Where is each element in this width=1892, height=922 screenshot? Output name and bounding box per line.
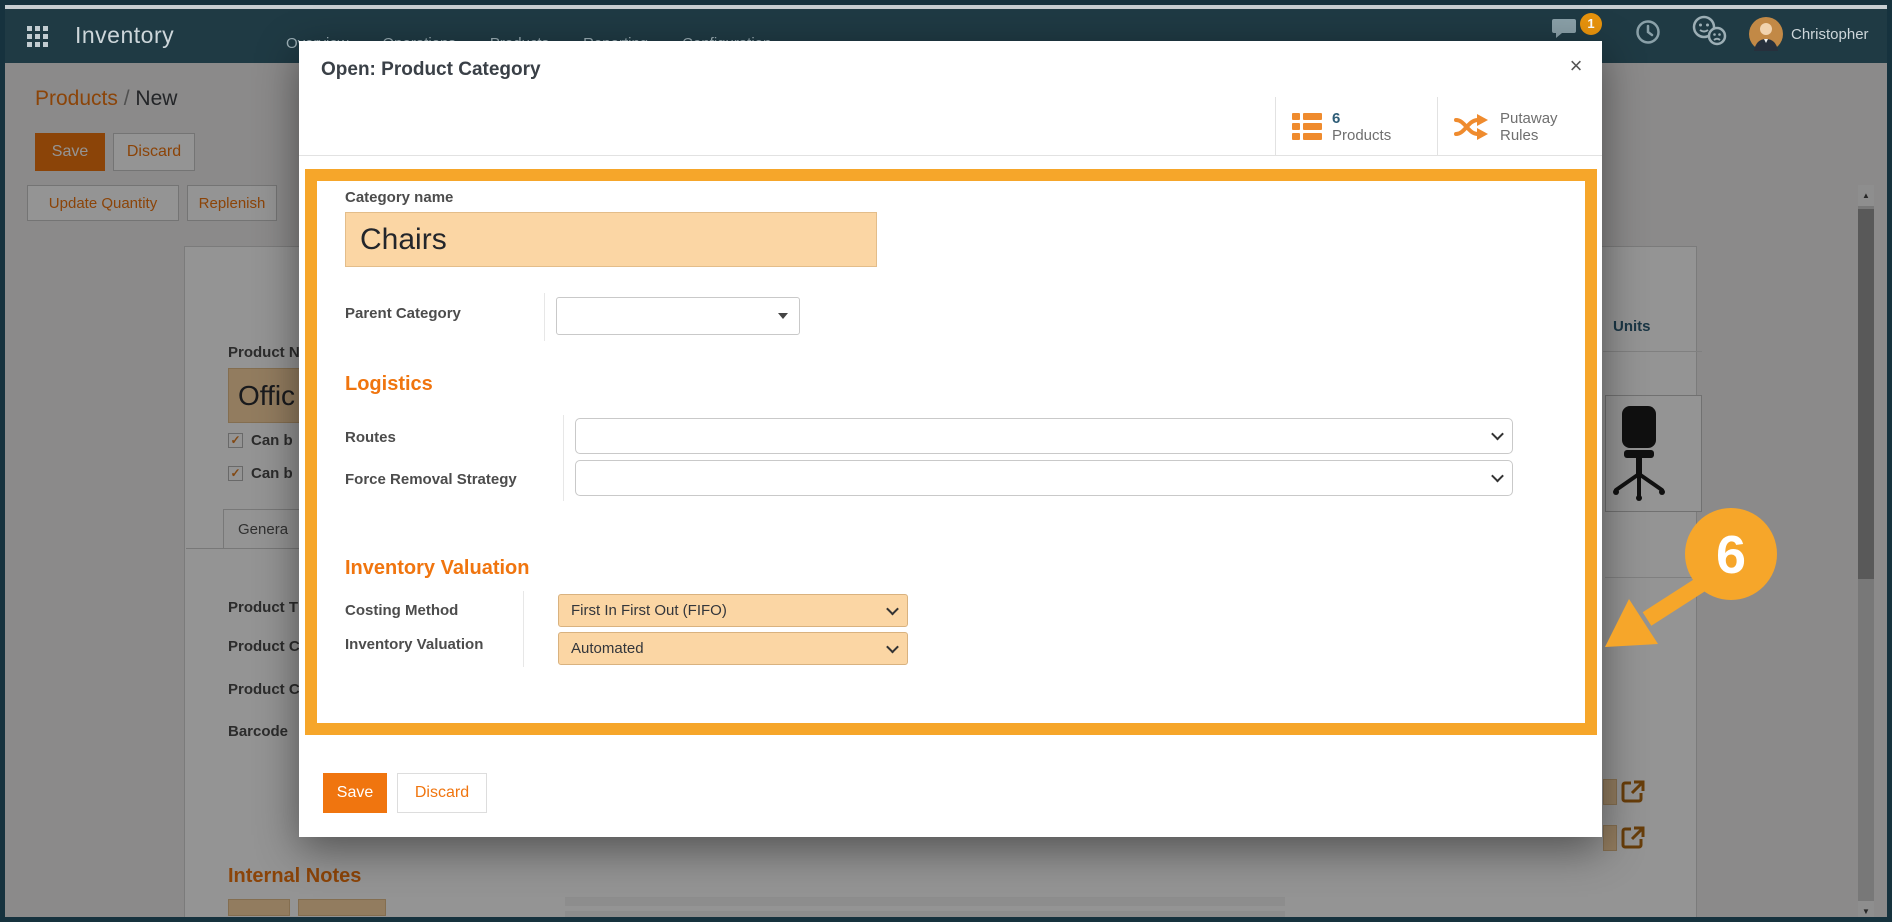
inventory-valuation-value: Automated <box>571 640 644 657</box>
app-window: Inventory Overview Operations Products R… <box>0 0 1892 922</box>
inventory-valuation-label: Inventory Valuation <box>345 636 483 653</box>
dropdown-caret-icon <box>778 313 788 319</box>
dialog-discard-button[interactable]: Discard <box>397 773 487 813</box>
chevron-down-icon <box>1491 470 1504 483</box>
dialog-save-button[interactable]: Save <box>323 773 387 813</box>
app-title[interactable]: Inventory <box>75 22 174 49</box>
th-list-icon <box>1292 113 1322 140</box>
costing-method-label: Costing Method <box>345 602 458 619</box>
user-name[interactable]: Christopher <box>1791 26 1869 43</box>
costing-method-select[interactable]: First In First Out (FIFO) <box>558 594 908 627</box>
products-count: 6 <box>1332 110 1391 127</box>
category-name-label: Category name <box>345 189 453 206</box>
apps-grid-icon[interactable] <box>27 26 49 48</box>
stat-button-row: 6 Products Putaway Rules <box>299 97 1602 156</box>
form-separator-line <box>544 293 545 341</box>
force-removal-strategy-label: Force Removal Strategy <box>345 471 517 488</box>
category-name-input[interactable]: Chairs <box>345 212 877 267</box>
routes-dropdown[interactable] <box>575 418 1513 454</box>
shuffle-icon <box>1454 113 1490 141</box>
tutorial-highlight-frame: Category name Chairs Parent Category Log… <box>305 169 1597 735</box>
parent-category-dropdown[interactable] <box>556 297 800 335</box>
products-stat-button[interactable]: 6 Products <box>1275 97 1437 156</box>
activity-clock-icon[interactable] <box>1635 19 1661 50</box>
chevron-down-icon <box>886 602 899 615</box>
costing-method-value: First In First Out (FIFO) <box>571 602 727 619</box>
inventory-valuation-heading: Inventory Valuation <box>345 557 529 580</box>
feedback-smileys-icon[interactable] <box>1691 15 1729 52</box>
inventory-valuation-select[interactable]: Automated <box>558 632 908 665</box>
logistics-heading: Logistics <box>345 373 433 396</box>
parent-category-label: Parent Category <box>345 305 461 322</box>
product-category-dialog: Open: Product Category × 6 Products <box>299 41 1602 837</box>
chevron-down-icon <box>1491 428 1504 441</box>
force-removal-strategy-dropdown[interactable] <box>575 460 1513 496</box>
form-separator-line <box>523 591 524 667</box>
routes-label: Routes <box>345 429 396 446</box>
form-separator-line <box>563 415 564 501</box>
notification-badge[interactable]: 1 <box>1580 13 1602 35</box>
putaway-rules-stat-button[interactable]: Putaway Rules <box>1437 97 1602 156</box>
chevron-down-icon <box>886 640 899 653</box>
dialog-title: Open: Product Category <box>321 59 541 81</box>
user-avatar[interactable] <box>1749 17 1783 56</box>
close-icon[interactable]: × <box>1561 51 1591 81</box>
